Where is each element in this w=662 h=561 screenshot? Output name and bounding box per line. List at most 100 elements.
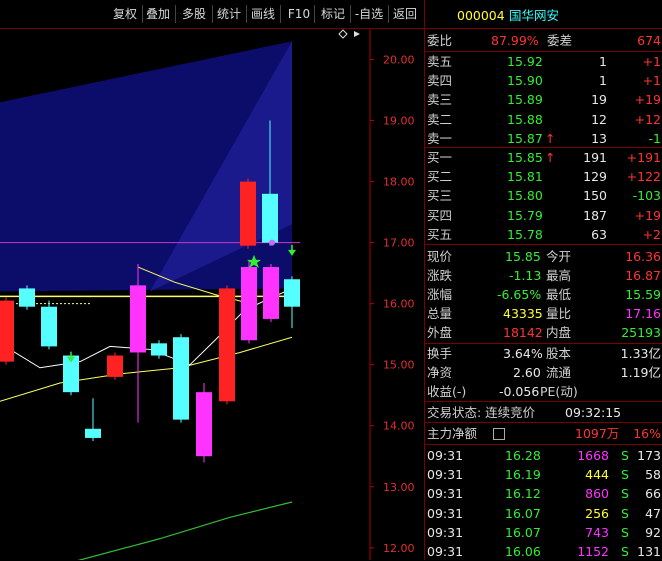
trade-count: 173 <box>637 448 661 463</box>
net-label: 主力净额 <box>427 426 478 441</box>
toolbar-button-0[interactable]: 复权 <box>110 4 140 24</box>
toolbar-button-5[interactable]: F10 <box>286 4 312 24</box>
candle-body <box>219 288 235 402</box>
sell-row: 卖五 15.92 1 +1 <box>425 52 662 71</box>
order-price: 15.92 <box>507 54 543 69</box>
order-change: +1 <box>642 54 661 69</box>
order-price: 15.88 <box>507 111 543 127</box>
order-volume: 19 <box>591 92 607 108</box>
volume-value: 43335 <box>503 306 543 321</box>
outer-label: 外盘 <box>427 325 453 340</box>
trade-time: 09:31 <box>427 448 464 463</box>
price-tick-label: 18.00 <box>383 176 415 189</box>
turnover-label: 换手 <box>427 346 453 361</box>
sell-row: 卖一 15.87 ↑ 13 -1 <box>425 129 662 148</box>
buy-row: 买一 15.85 ↑ 191 +191 <box>425 148 662 167</box>
price-value: 15.85 <box>505 249 541 264</box>
kline-chart[interactable]: 20.00 19.00 18.00 17.00 16.00 15.00 14.00 13.00… <box>0 29 424 560</box>
order-price: 15.85 <box>507 150 543 165</box>
weibi-row: 委比 87.99% 委差 674 <box>425 31 662 50</box>
toolbar-button-3[interactable]: 统计 <box>214 4 244 24</box>
toolbar-button-7[interactable]: -自选 <box>352 4 386 24</box>
quote-row-1: 现价 15.85 今开 16.36 <box>425 247 662 266</box>
up-arrow-icon: ↑ <box>545 130 556 146</box>
candle-body <box>41 306 57 347</box>
trade-time: 09:31 <box>427 505 464 521</box>
trade-price: 16.07 <box>505 505 541 521</box>
fund-row-3: 收益(-) -0.056 PE(动) <box>425 382 662 401</box>
price-tick-label: 15.00 <box>383 359 415 372</box>
candle-body <box>284 279 300 307</box>
candle-body <box>262 193 278 243</box>
toolbar-button-6[interactable]: 标记 <box>318 4 348 24</box>
open-value: 16.36 <box>625 249 661 264</box>
order-change: +191 <box>626 150 661 165</box>
chart-toolbar: 复权 叠加 多股 统计 画线 F10 标记 -自选 返回 <box>0 0 424 29</box>
order-label: 买一 <box>427 150 453 165</box>
order-label: 买三 <box>427 188 453 204</box>
low-label: 最低 <box>546 287 572 302</box>
trade-price: 16.06 <box>505 544 541 559</box>
fund-row-1: 换手 3.64% 股本 1.33亿 <box>425 344 662 363</box>
trade-row: 09:31 16.19 444 S 58 <box>425 465 662 484</box>
toolbar-button-1[interactable]: 叠加 <box>143 4 173 24</box>
trade-row: 09:31 16.28 1668 S 173 <box>425 446 662 465</box>
net-flow-row[interactable]: 主力净额 1097万 16% <box>425 424 662 443</box>
status-time: 09:32:15 <box>565 405 622 420</box>
trade-side: S <box>621 486 629 502</box>
trade-volume: 743 <box>585 524 609 540</box>
up-arrow-icon: ↑ <box>545 150 556 165</box>
order-change: -1 <box>648 130 661 146</box>
buy-row: 买五 15.78 63 +2 <box>425 225 662 244</box>
trade-volume: 444 <box>585 467 609 483</box>
order-change: +2 <box>642 226 661 242</box>
trade-count: 92 <box>645 524 661 540</box>
inner-value: 25193 <box>621 325 661 340</box>
high-label: 最高 <box>546 268 572 283</box>
sell-row: 卖四 15.90 1 +1 <box>425 71 662 90</box>
price-tick-label: 14.00 <box>383 420 415 433</box>
order-volume: 150 <box>583 188 607 204</box>
stock-name: 国华网安 <box>509 8 560 23</box>
price-tick-label: 13.00 <box>383 481 415 494</box>
turnover-value: 3.64% <box>503 346 543 361</box>
candle-body <box>19 288 35 307</box>
eps-label: 收益(-) <box>427 384 467 399</box>
fund-row-2: 净资 2.60 流通 1.19亿 <box>425 363 662 382</box>
weicha-label: 委差 <box>547 33 573 48</box>
candle-body <box>107 355 123 377</box>
trade-time: 09:31 <box>427 467 464 483</box>
order-volume: 1 <box>599 54 607 69</box>
net-pct: 16% <box>633 426 661 441</box>
order-volume: 13 <box>591 130 607 146</box>
order-volume: 12 <box>591 111 607 127</box>
order-volume: 129 <box>583 169 607 185</box>
trade-side: S <box>621 467 629 483</box>
netasset-label: 净资 <box>427 365 453 380</box>
volratio-value: 17.16 <box>625 306 661 321</box>
netasset-value: 2.60 <box>513 365 541 380</box>
weicha-value: 674 <box>637 33 661 48</box>
trade-count: 58 <box>645 467 661 483</box>
order-change: +122 <box>626 169 661 185</box>
trade-price: 16.19 <box>505 467 541 483</box>
quote-row-2: 涨跌 -1.13 最高 16.87 <box>425 266 662 285</box>
pct-value: -6.65% <box>497 287 542 302</box>
share-value: 1.33亿 <box>620 346 661 361</box>
toolbar-button-8[interactable]: 返回 <box>390 4 420 24</box>
float-label: 流通 <box>546 365 572 380</box>
dot-marker <box>269 239 275 246</box>
order-label: 卖五 <box>427 54 453 69</box>
order-label: 卖四 <box>427 73 453 89</box>
list-icon[interactable] <box>493 428 505 440</box>
net-value: 1097万 <box>575 426 620 441</box>
order-volume: 187 <box>583 207 607 223</box>
toolbar-button-4[interactable]: 画线 <box>248 4 278 24</box>
order-label: 买二 <box>427 169 453 185</box>
candle-body <box>263 267 279 319</box>
play-icon <box>354 31 360 37</box>
trade-side: S <box>621 505 629 521</box>
sell-row: 卖二 15.88 12 +12 <box>425 110 662 129</box>
price-tick-label: 12.00 <box>383 542 415 555</box>
toolbar-button-2[interactable]: 多股 <box>178 4 210 24</box>
